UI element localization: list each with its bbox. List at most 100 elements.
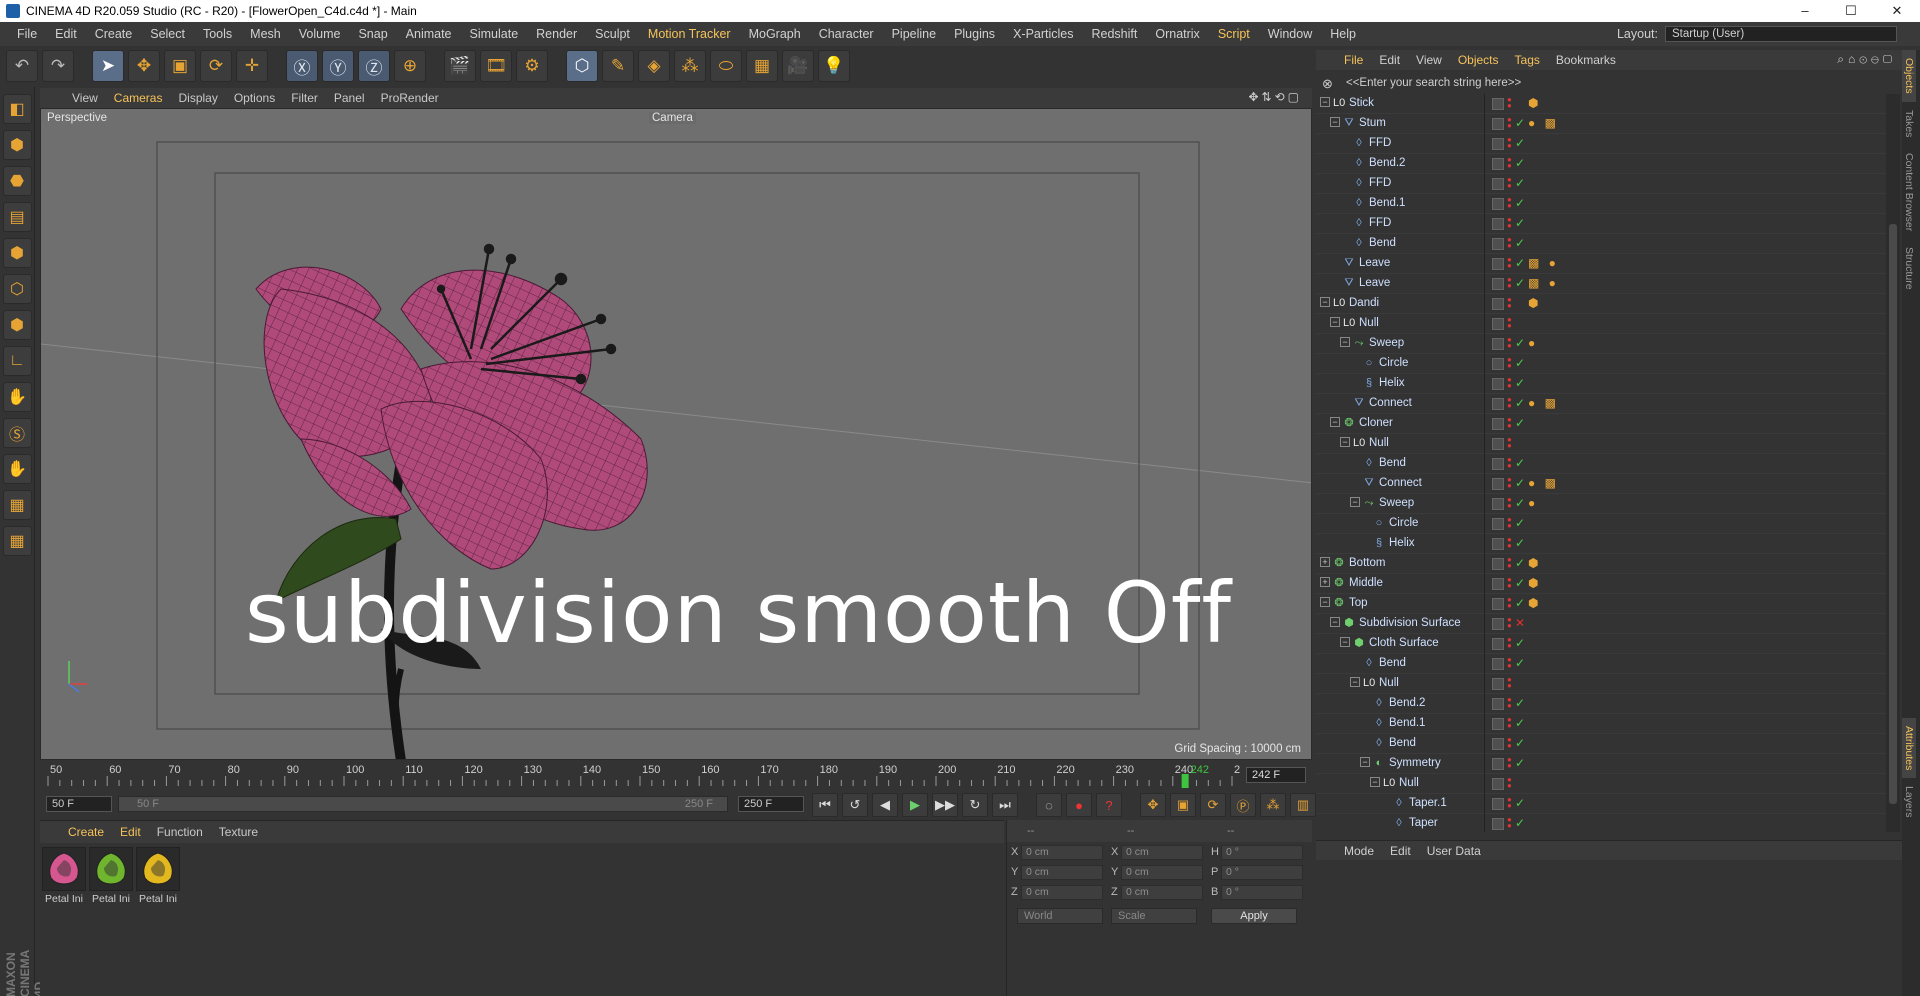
object-row-connect[interactable]: ⛛ Connect ● ● ✓ ● ▩	[1316, 474, 1886, 494]
object-tags[interactable]: ● ▩	[1528, 476, 1559, 490]
scrollbar-thumb[interactable]	[1889, 224, 1897, 804]
left-tool-8-icon[interactable]: ∟	[2, 346, 32, 376]
side-tab-structure[interactable]: Structure	[1902, 239, 1916, 298]
undo-icon[interactable]: ↶	[6, 50, 38, 82]
collapse-icon[interactable]: −	[1340, 437, 1350, 447]
viewport-menu-filter[interactable]: Filter	[283, 91, 326, 105]
viewport-menu-cameras[interactable]: Cameras	[106, 91, 171, 105]
object-row-ffd[interactable]: ◊ FFD ● ● ✓	[1316, 214, 1886, 234]
visibility-dots-icon[interactable]: ● ●	[1507, 136, 1512, 150]
expand-icon[interactable]: +	[1320, 577, 1330, 587]
viewport-menu-prorender[interactable]: ProRender	[373, 91, 447, 105]
play-forward-button[interactable]: ▶	[902, 793, 928, 817]
object-name[interactable]: Null	[1369, 437, 1389, 449]
material-menu-create[interactable]: Create	[60, 825, 112, 839]
close-button[interactable]: ✕	[1874, 0, 1920, 22]
object-name[interactable]: FFD	[1369, 137, 1391, 149]
object-name[interactable]: Connect	[1379, 477, 1422, 489]
layer-color-swatch[interactable]	[1492, 498, 1504, 510]
object-row-stick[interactable]: − L0 Stick ● ● ⬢	[1316, 94, 1886, 114]
object-tags[interactable]: ▩ ●	[1528, 256, 1559, 270]
visibility-dots-icon[interactable]: ● ●	[1507, 616, 1512, 630]
visibility-dots-icon[interactable]: ● ●	[1507, 216, 1512, 230]
menu-motion-tracker[interactable]: Motion Tracker	[639, 22, 740, 46]
autokey-help-button[interactable]: ?	[1096, 793, 1122, 817]
object-row-bend-2[interactable]: ◊ Bend.2 ● ● ✓	[1316, 154, 1886, 174]
left-tool-1-icon[interactable]: ◧	[2, 94, 32, 124]
layer-color-swatch[interactable]	[1492, 318, 1504, 330]
menu-animate[interactable]: Animate	[397, 22, 461, 46]
param-key-button[interactable]: Ⓟ	[1230, 793, 1256, 817]
redo-icon[interactable]: ↷	[42, 50, 74, 82]
layer-color-swatch[interactable]	[1492, 638, 1504, 650]
object-row-top[interactable]: − ❂ Top ● ● ✓ ⬢	[1316, 594, 1886, 614]
menu-volume[interactable]: Volume	[290, 22, 350, 46]
layer-color-swatch[interactable]	[1492, 198, 1504, 210]
playhead[interactable]	[1181, 774, 1189, 788]
enabled-check-icon[interactable]: ✓	[1515, 536, 1525, 550]
menu-mesh[interactable]: Mesh	[241, 22, 290, 46]
goto-prev-key-button[interactable]: ↺	[842, 793, 868, 817]
attribute-menu-mode[interactable]: Mode	[1336, 844, 1382, 858]
menu-simulate[interactable]: Simulate	[461, 22, 528, 46]
object-tags[interactable]: ⬢	[1528, 296, 1541, 310]
layer-color-swatch[interactable]	[1492, 478, 1504, 490]
play-backward-button[interactable]: ◀	[872, 793, 898, 817]
visibility-dots-icon[interactable]: ● ●	[1507, 236, 1512, 250]
left-tool-10-icon[interactable]: Ⓢ	[2, 418, 32, 448]
visibility-dots-icon[interactable]: ● ●	[1507, 476, 1512, 490]
layer-color-swatch[interactable]	[1492, 738, 1504, 750]
collapse-icon[interactable]: −	[1340, 337, 1350, 347]
goto-end-button[interactable]: ⏭	[992, 793, 1018, 817]
object-row-taper[interactable]: ◊ Taper ● ● ✓	[1316, 814, 1886, 832]
coordinate-value-field[interactable]: 0 cm	[1021, 884, 1103, 900]
collapse-icon[interactable]: −	[1360, 757, 1370, 767]
object-tags[interactable]: ● ▩	[1528, 396, 1559, 410]
layer-color-swatch[interactable]	[1492, 238, 1504, 250]
light-icon[interactable]: 💡	[818, 50, 850, 82]
menu-redshift[interactable]: Redshift	[1083, 22, 1147, 46]
menu-window[interactable]: Window	[1259, 22, 1321, 46]
layer-color-swatch[interactable]	[1492, 158, 1504, 170]
object-row-bend-1[interactable]: ◊ Bend.1 ● ● ✓	[1316, 194, 1886, 214]
object-name[interactable]: Bend.2	[1389, 697, 1425, 709]
visibility-dots-icon[interactable]: ● ●	[1507, 776, 1512, 790]
enabled-check-icon[interactable]: ✓	[1515, 736, 1525, 750]
object-row-null[interactable]: − L0 Null ● ●	[1316, 314, 1886, 334]
object-name[interactable]: Connect	[1369, 397, 1412, 409]
object-row-taper-1[interactable]: ◊ Taper.1 ● ● ✓	[1316, 794, 1886, 814]
visibility-dots-icon[interactable]: ● ●	[1507, 376, 1512, 390]
object-tags[interactable]: ⬢	[1528, 556, 1541, 570]
object-name[interactable]: FFD	[1369, 217, 1391, 229]
material-menu-function[interactable]: Function	[149, 825, 211, 839]
layer-color-swatch[interactable]	[1492, 458, 1504, 470]
pla-key-button[interactable]: ⁂	[1260, 793, 1286, 817]
record-active-button[interactable]: ●	[1066, 793, 1092, 817]
viewport-menu-view[interactable]: View	[64, 91, 106, 105]
visibility-dots-icon[interactable]: ● ●	[1507, 536, 1512, 550]
object-row-dandi[interactable]: − L0 Dandi ● ● ⬢	[1316, 294, 1886, 314]
object-row-sweep[interactable]: − ⤳ Sweep ● ● ✓ ●	[1316, 494, 1886, 514]
object-name[interactable]: Bend	[1369, 237, 1396, 249]
object-name[interactable]: Leave	[1359, 277, 1390, 289]
timeline-ticks[interactable]: 50 60 70 80 90 100 110 120 130 140 150 160 170 180 190…	[40, 762, 1240, 790]
move-key-button[interactable]: ✥	[1140, 793, 1166, 817]
viewport-menu-options[interactable]: Options	[226, 91, 283, 105]
layer-color-swatch[interactable]	[1492, 378, 1504, 390]
material-item[interactable]: Petal Ini	[42, 847, 86, 905]
material-item[interactable]: Petal Ini	[89, 847, 133, 905]
object-tags[interactable]: ⬢	[1528, 576, 1541, 590]
object-name[interactable]: Bottom	[1349, 557, 1385, 569]
object-tags[interactable]: ●	[1528, 336, 1538, 350]
rotate-key-button[interactable]: ⟳	[1200, 793, 1226, 817]
coordinate-value-field[interactable]: 0 cm	[1121, 884, 1203, 900]
goto-next-key-button[interactable]: ↻	[962, 793, 988, 817]
object-row-middle[interactable]: + ❂ Middle ● ● ✓ ⬢	[1316, 574, 1886, 594]
object-row-cloth-surface[interactable]: − ⬢ Cloth Surface ● ● ✓	[1316, 634, 1886, 654]
enabled-check-icon[interactable]: ✓	[1515, 456, 1525, 470]
maximize-button[interactable]: ☐	[1828, 0, 1874, 22]
object-name[interactable]: Null	[1359, 317, 1379, 329]
object-row-stum[interactable]: − ⛛ Stum ● ● ✓ ● ▩	[1316, 114, 1886, 134]
range-slider[interactable]: 50 F 250 F	[118, 796, 728, 812]
visibility-dots-icon[interactable]: ● ●	[1507, 556, 1512, 570]
